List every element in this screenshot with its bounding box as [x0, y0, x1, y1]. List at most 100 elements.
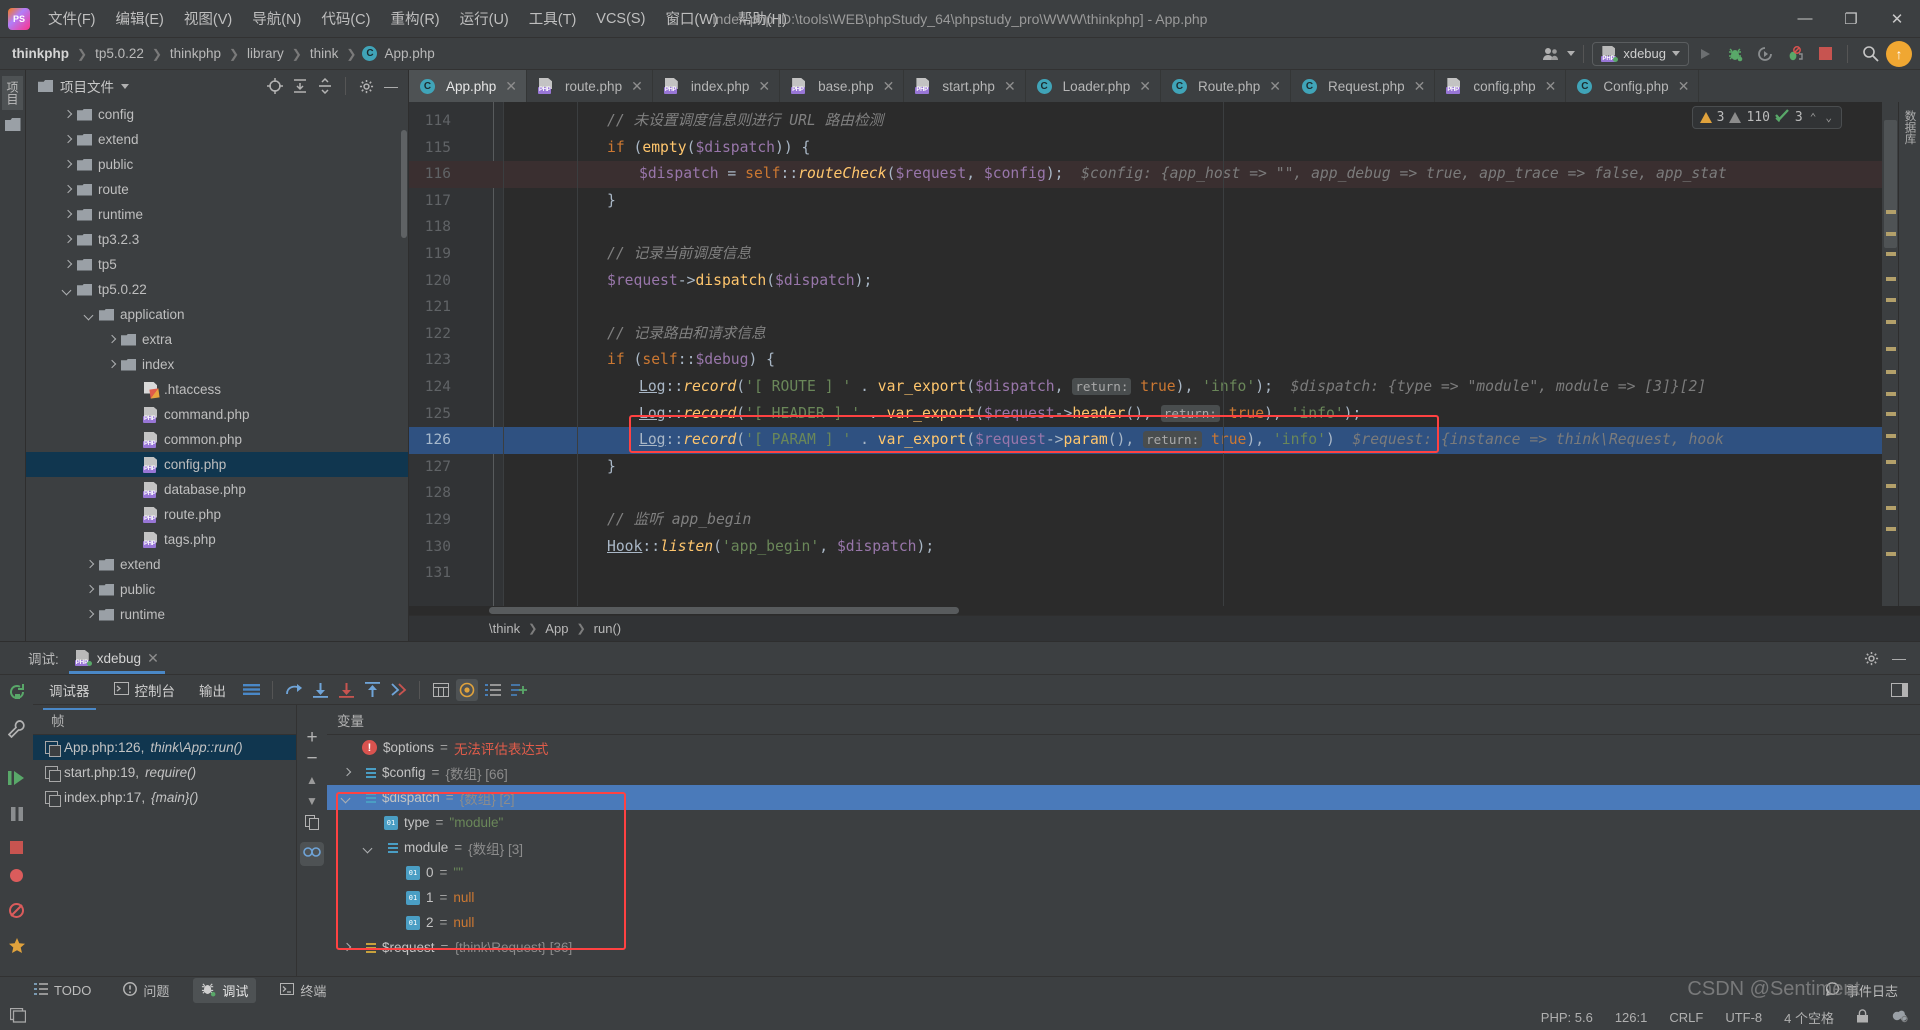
editor-tab-route-php[interactable]: PHP route.php ✕: [527, 70, 653, 102]
show-values-inline-icon[interactable]: [482, 679, 504, 701]
pause-program-icon[interactable]: [8, 805, 26, 828]
tree-item-.htaccess[interactable]: .htaccess: [26, 377, 408, 402]
bottom-tab-debug[interactable]: 调试: [193, 978, 257, 1003]
menu-help[interactable]: 帮助(H): [728, 0, 797, 37]
breadcrumb-item-1[interactable]: tp5.0.22: [93, 46, 146, 61]
editor-tab-index-php[interactable]: PHP index.php ✕: [653, 70, 781, 102]
variable-row[interactable]: $config = {数组} [66]: [327, 760, 1920, 785]
force-step-into-icon[interactable]: [335, 679, 357, 701]
variable-row[interactable]: module = {数组} [3]: [327, 835, 1920, 860]
folder-icon[interactable]: [4, 118, 21, 131]
chevron-down-icon[interactable]: [363, 842, 375, 854]
tree-item-application[interactable]: application: [26, 302, 408, 327]
expand-all-icon[interactable]: [289, 75, 311, 97]
menu-code[interactable]: 代码(C): [311, 0, 380, 37]
toggle-tool-windows-icon[interactable]: [9, 1007, 27, 1026]
close-icon[interactable]: ✕: [758, 78, 770, 95]
menu-bar[interactable]: 文件(F) 编辑(E) 视图(V) 导航(N) 代码(C) 重构(R) 运行(U…: [38, 0, 797, 37]
editor-gutter[interactable]: 114 115 116 117 118 119 120 121 122 123 …: [409, 102, 503, 606]
close-icon[interactable]: ✕: [631, 78, 643, 95]
variable-row[interactable]: ! $options = 无法评估表达式: [327, 735, 1920, 760]
close-icon[interactable]: ✕: [1139, 78, 1151, 95]
gear-icon[interactable]: [1860, 647, 1882, 669]
tree-item-common.php[interactable]: PHP common.php: [26, 427, 408, 452]
tree-item-extend[interactable]: extend: [26, 552, 408, 577]
run-to-cursor-icon[interactable]: [387, 679, 409, 701]
code-editor[interactable]: 114 115 116 117 118 119 120 121 122 123 …: [409, 102, 1920, 606]
chevron-right-icon[interactable]: [84, 609, 96, 621]
breadcrumb-item-2[interactable]: thinkphp: [168, 46, 223, 61]
chevron-right-icon[interactable]: [84, 584, 96, 596]
tab-debugger[interactable]: 调试器: [39, 676, 100, 710]
user-icon[interactable]: [1537, 41, 1565, 67]
variable-row[interactable]: 01 0 = "": [327, 860, 1920, 885]
variables-tree[interactable]: ! $options = 无法评估表达式 $config = {数组} [66] $d…: [327, 735, 1920, 960]
editor-tab-bar[interactable]: C App.php ✕ PHP route.php ✕ PHP index.php ✕ PHP ba…: [409, 70, 1920, 102]
menu-tools[interactable]: 工具(T): [519, 0, 587, 37]
menu-window[interactable]: 窗口(W): [655, 0, 727, 37]
close-icon[interactable]: ✕: [1678, 78, 1690, 95]
inspection-widget[interactable]: 3 110 3 ⌃ ⌄: [1691, 106, 1842, 129]
tab-console[interactable]: 控制台: [104, 676, 186, 704]
file-encoding[interactable]: UTF-8: [1725, 1010, 1762, 1025]
step-over-icon[interactable]: [283, 679, 305, 701]
bottom-tab-todo[interactable]: TODO: [26, 980, 99, 1001]
code-text[interactable]: // 未设置调度信息则进行 URL 路由检测 if (empty($dispat…: [503, 102, 1882, 606]
variable-row[interactable]: 01 1 = null: [327, 885, 1920, 910]
tab-output[interactable]: 输出: [189, 676, 236, 704]
chevron-down-icon[interactable]: [62, 284, 74, 296]
editor-tab-loader-php[interactable]: C Loader.php ✕: [1026, 70, 1161, 102]
tree-item-config.php[interactable]: PHP config.php: [26, 452, 408, 477]
editor-tab-config-php[interactable]: C Config.php ✕: [1566, 70, 1700, 102]
breadcrumb-item-file[interactable]: App.php: [382, 46, 436, 61]
collapse-all-icon[interactable]: [314, 75, 336, 97]
view-breakpoints-icon[interactable]: [8, 867, 25, 889]
editor-horizontal-scrollbar[interactable]: [409, 606, 1920, 615]
stop-icon[interactable]: [1811, 41, 1839, 67]
search-icon[interactable]: [1856, 41, 1884, 67]
frame-row[interactable]: index.php:17, {main}(): [33, 785, 296, 810]
step-out-icon[interactable]: [361, 679, 383, 701]
chevron-right-icon[interactable]: [106, 334, 118, 346]
run-icon[interactable]: [1691, 41, 1719, 67]
breadcrumb-item-3[interactable]: library: [245, 46, 286, 61]
tree-item-index[interactable]: index: [26, 352, 408, 377]
line-separator[interactable]: CRLF: [1669, 1010, 1703, 1025]
menu-navigate[interactable]: 导航(N): [242, 0, 311, 37]
copy-value-icon[interactable]: [304, 815, 320, 835]
rerun-icon[interactable]: [7, 682, 27, 707]
tree-item-tags.php[interactable]: PHP tags.php: [26, 527, 408, 552]
settings-layout-icon[interactable]: [1888, 679, 1910, 701]
inspect-icon[interactable]: [300, 842, 324, 866]
tree-item-tp5[interactable]: tp5: [26, 252, 408, 277]
breadcrumb-item-project[interactable]: thinkphp: [10, 46, 71, 61]
editor-tab-config-php[interactable]: PHP config.php ✕: [1435, 70, 1567, 102]
tree-item-runtime[interactable]: runtime: [26, 202, 408, 227]
tree-item-extra[interactable]: extra: [26, 327, 408, 352]
editor-tab-request-php[interactable]: C Request.php ✕: [1291, 70, 1436, 102]
watches-icon[interactable]: [456, 678, 478, 701]
menu-view[interactable]: 视图(V): [174, 0, 242, 37]
editor-scrollbar-thumb[interactable]: [1884, 120, 1897, 248]
tree-item-extend[interactable]: extend: [26, 127, 408, 152]
debug-icon[interactable]: [1721, 41, 1749, 67]
tree-item-tp3.2.3[interactable]: tp3.2.3: [26, 227, 408, 252]
frame-row[interactable]: App.php:126, think\App::run(): [33, 735, 296, 760]
mute-breakpoints-icon[interactable]: [8, 902, 25, 924]
tree-item-command.php[interactable]: PHP command.php: [26, 402, 408, 427]
inspections-widget-icon[interactable]: [1891, 1008, 1908, 1026]
chevron-right-icon[interactable]: [106, 359, 118, 371]
close-icon[interactable]: ✕: [1004, 78, 1016, 95]
run-configuration-selector[interactable]: PHP xdebug: [1592, 41, 1689, 66]
move-up-icon[interactable]: ▲: [306, 773, 318, 787]
lock-icon[interactable]: [1856, 1008, 1869, 1026]
chevron-right-icon[interactable]: [341, 942, 353, 954]
close-icon[interactable]: ✕: [883, 78, 895, 95]
chevron-right-icon[interactable]: [62, 259, 74, 271]
mute-breakpoints-icon[interactable]: [1781, 41, 1809, 67]
editor-tab-start-php[interactable]: PHP start.php ✕: [904, 70, 1026, 102]
frame-row[interactable]: start.php:19, require(): [33, 760, 296, 785]
chevron-down-icon[interactable]: [1672, 51, 1680, 56]
rerun-debug-icon[interactable]: [1751, 41, 1779, 67]
error-stripe-markers[interactable]: [1882, 102, 1898, 606]
